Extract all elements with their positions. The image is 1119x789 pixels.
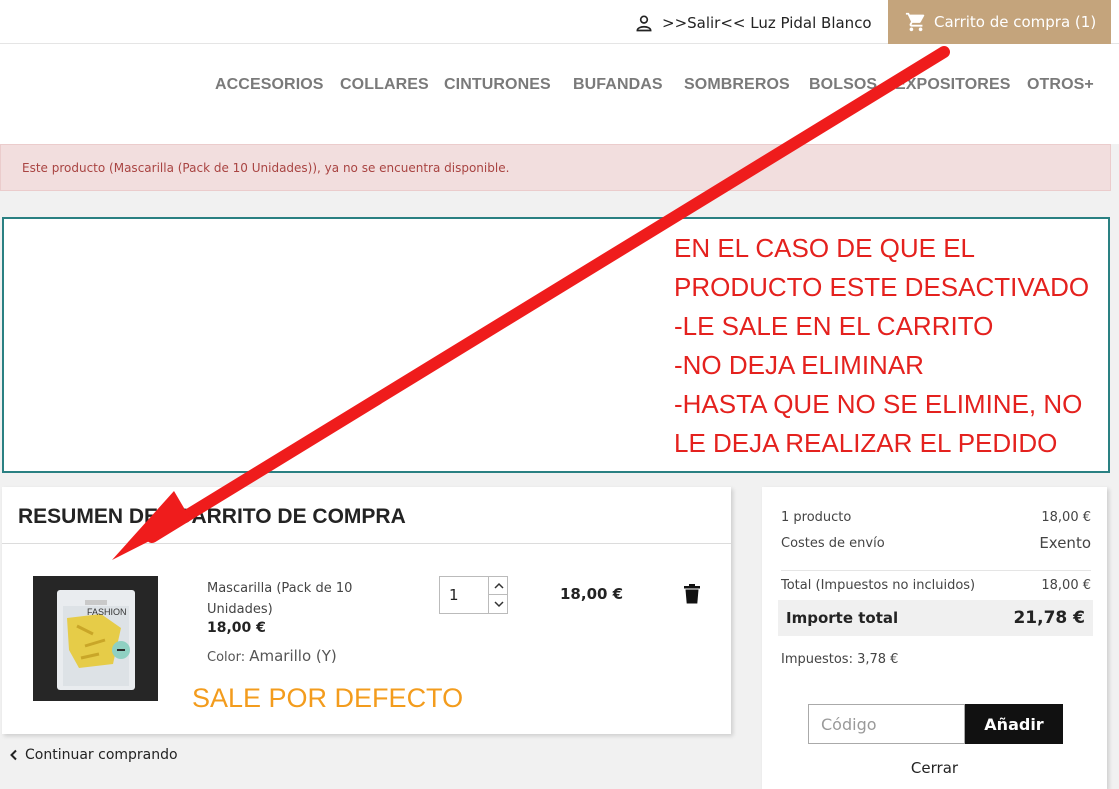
cart-label: Carrito de compra (1): [934, 13, 1097, 31]
continue-shopping-label: Continuar comprando: [25, 747, 178, 763]
product-name[interactable]: Mascarilla (Pack de 10 Unidades): [207, 578, 387, 620]
annotation-line: -LE SALE EN EL CARRITO: [674, 311, 994, 341]
annotation-box: EN EL CASO DE QUE EL PRODUCTO ESTE DESAC…: [2, 217, 1110, 473]
annotation-line: PRODUCTO ESTE DESACTIVADO: [674, 272, 1090, 302]
totals-grand-label: Importe total: [786, 609, 899, 627]
nav-item-expositores[interactable]: EXPOSITORES: [895, 76, 1011, 94]
totals-subtotal-row: Total (Impuestos no incluidos) 18,00 €: [781, 578, 1091, 593]
totals-subtotal-label: Total (Impuestos no incluidos): [781, 578, 976, 593]
totals-products-value: 18,00 €: [1041, 510, 1091, 525]
color-value: Amarillo (Y): [249, 647, 337, 665]
continue-shopping-link[interactable]: Continuar comprando: [8, 747, 178, 763]
top-bar: >>Salir<< Luz Pidal Blanco Carrito de co…: [0, 0, 1119, 44]
nav-item-accesorios[interactable]: ACCESORIOS: [215, 76, 324, 94]
promo-close-link[interactable]: Cerrar: [762, 759, 1107, 777]
account-label: >>Salir<< Luz Pidal Blanco: [662, 14, 872, 32]
quantity-input[interactable]: [440, 577, 488, 613]
promo-code-input[interactable]: [808, 704, 965, 744]
totals-shipping-row: Costes de envío Exento: [781, 534, 1091, 552]
cart-summary-title: RESUMEN DEL CARRITO DE COMPRA: [18, 505, 406, 528]
totals-products-label: 1 producto: [781, 510, 852, 525]
promo-add-button[interactable]: Añadir: [965, 704, 1063, 744]
main-nav: ACCESORIOS COLLARES CINTURONES BUFANDAS …: [0, 44, 1119, 144]
annotation-line: -HASTA QUE NO SE ELIMINE, NO: [674, 389, 1083, 419]
divider: [781, 570, 1091, 571]
product-image-brand: FASHION: [87, 607, 127, 617]
chevron-down-icon: [493, 600, 504, 607]
product-line-total: 18,00 €: [560, 585, 624, 603]
cart-button[interactable]: Carrito de compra (1): [888, 0, 1111, 44]
chevron-up-icon: [493, 582, 504, 589]
nav-item-bolsos[interactable]: BOLSOS: [809, 76, 877, 94]
totals-shipping-label: Costes de envío: [781, 536, 885, 551]
chevron-left-icon: [10, 749, 17, 761]
quantity-decrease-button[interactable]: [488, 595, 508, 613]
product-image-graphic: FASHION: [33, 576, 158, 701]
unavailable-alert: Este producto (Mascarilla (Pack de 10 Un…: [0, 144, 1111, 191]
user-icon: [636, 15, 652, 32]
product-unit-price: 18,00 €: [207, 620, 266, 636]
totals-grand-row: Importe total 21,78 €: [778, 600, 1093, 636]
nav-item-collares[interactable]: COLLARES: [340, 76, 429, 94]
account-link[interactable]: >>Salir<< Luz Pidal Blanco: [634, 12, 872, 34]
totals-subtotal-value: 18,00 €: [1041, 578, 1091, 593]
color-label: Color:: [207, 650, 246, 665]
shopping-cart-icon: [905, 12, 925, 32]
totals-taxes: Impuestos: 3,78 €: [781, 652, 899, 667]
cart-summary: RESUMEN DEL CARRITO DE COMPRA FASHION Ma…: [2, 487, 731, 734]
totals-shipping-value: Exento: [1039, 534, 1091, 552]
product-image[interactable]: FASHION: [33, 576, 158, 701]
default-annotation: SALE POR DEFECTO: [192, 683, 464, 713]
nav-item-otros[interactable]: OTROS+: [1027, 76, 1094, 94]
totals-products-row: 1 producto 18,00 €: [781, 510, 1091, 525]
cart-totals: 1 producto 18,00 € Costes de envío Exent…: [762, 487, 1107, 789]
divider: [2, 543, 731, 544]
nav-item-bufandas[interactable]: BUFANDAS: [573, 76, 663, 94]
product-color: Color: Amarillo (Y): [207, 647, 337, 665]
alert-message: Este producto (Mascarilla (Pack de 10 Un…: [22, 161, 510, 175]
annotation-line: -NO DEJA ELIMINAR: [674, 350, 924, 380]
quantity-stepper: [439, 576, 508, 614]
quantity-increase-button[interactable]: [488, 577, 508, 595]
annotation-line: EN EL CASO DE QUE EL: [674, 233, 976, 263]
annotation-line: LE DEJA REALIZAR EL PEDIDO: [674, 428, 1058, 458]
nav-item-cinturones[interactable]: CINTURONES: [444, 76, 551, 94]
totals-grand-value: 21,78 €: [1013, 608, 1085, 628]
trash-icon[interactable]: [683, 584, 701, 604]
nav-item-sombreros[interactable]: SOMBREROS: [684, 76, 790, 94]
